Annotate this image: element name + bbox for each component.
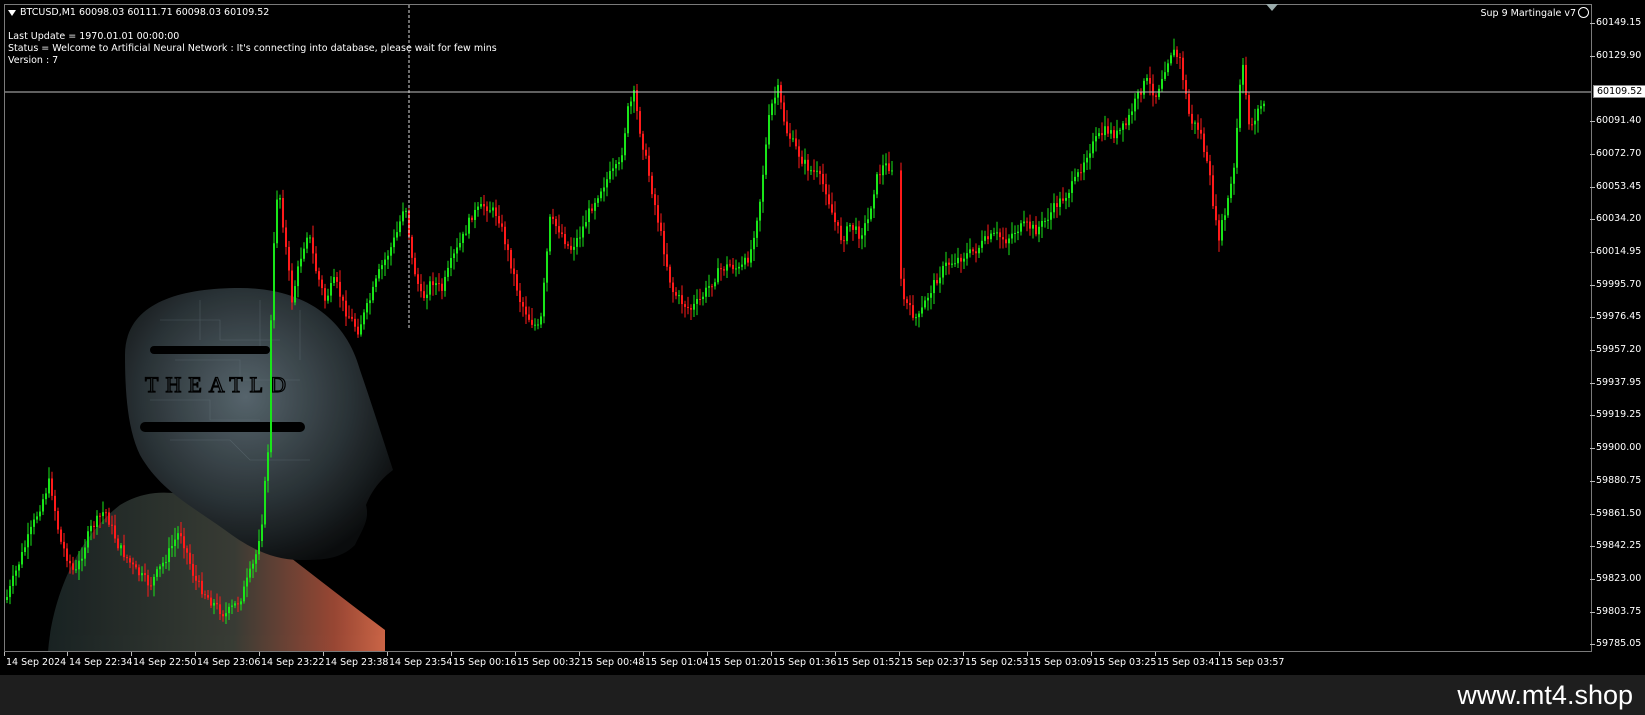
time-axis-tick — [1155, 652, 1156, 656]
price-axis-label: 60053.45 — [1596, 180, 1642, 192]
price-axis-tick — [1590, 251, 1595, 253]
chart-shift-marker[interactable] — [1266, 4, 1278, 11]
price-axis-label: 59880.75 — [1596, 474, 1642, 486]
price-axis-tick — [1590, 480, 1595, 482]
price-axis-tick — [1590, 350, 1595, 351]
time-axis-label: 15 Sep 01:04 — [645, 657, 709, 668]
price-axis-tick — [1590, 219, 1595, 221]
time-axis-tick — [707, 652, 708, 656]
price-axis-label: 59937.95 — [1596, 376, 1642, 388]
time-axis-label: 15 Sep 03:09 — [1029, 657, 1093, 668]
dropdown-triangle-icon[interactable] — [8, 9, 16, 16]
price-axis-tick — [1590, 513, 1595, 515]
time-axis-label: 15 Sep 03:57 — [1221, 657, 1285, 668]
price-axis-tick — [1590, 448, 1595, 450]
time-axis-label: 14 Sep 22:50 — [133, 657, 197, 668]
price-axis-label: 59842.25 — [1596, 540, 1642, 552]
price-axis-label: 59976.45 — [1596, 311, 1642, 323]
time-axis-label: 14 Sep 23:06 — [197, 657, 261, 668]
price-axis-tick — [1590, 153, 1595, 155]
time-axis-label: 15 Sep 00:48 — [581, 657, 645, 668]
time-axis-label: 15 Sep 01:52 — [837, 657, 901, 668]
price-axis-tick — [1590, 644, 1595, 646]
time-axis-label: 15 Sep 01:20 — [709, 657, 773, 668]
time-axis-label: 15 Sep 02:53 — [965, 657, 1029, 668]
price-axis-label: 60129.90 — [1596, 49, 1642, 61]
time-axis-label: 14 Sep 23:54 — [389, 657, 453, 668]
symbol-ohlc-text: BTCUSD,M1 60098.03 60111.71 60098.03 601… — [20, 7, 270, 18]
price-axis-label: 60034.20 — [1596, 213, 1642, 225]
price-axis-label: 59861.50 — [1596, 507, 1642, 519]
time-axis-tick — [259, 652, 260, 656]
price-axis-tick — [1590, 121, 1595, 123]
time-axis-tick — [579, 652, 580, 656]
status-text: Status = Welcome to Artificial Neural Ne… — [8, 43, 497, 54]
time-axis-tick — [1027, 652, 1028, 656]
time-axis-label: 15 Sep 01:36 — [773, 657, 837, 668]
smiley-face-icon — [1578, 7, 1589, 18]
time-axis-label: 14 Sep 23:22 — [261, 657, 325, 668]
time-axis-tick — [323, 652, 324, 656]
chart-frame — [4, 4, 1592, 652]
price-axis-tick — [1590, 546, 1595, 548]
time-axis-tick — [1219, 652, 1220, 656]
last-update-text: Last Update = 1970.01.01 00:00:00 — [8, 31, 180, 42]
price-axis-tick — [1590, 611, 1595, 613]
price-axis-tick — [1590, 284, 1595, 286]
time-axis-tick — [195, 652, 196, 656]
current-price-label: 60109.52 — [1593, 85, 1645, 98]
price-axis-tick — [1590, 23, 1595, 24]
time-axis-tick — [835, 652, 836, 656]
price-axis-tick — [1590, 382, 1595, 384]
time-axis-label: 15 Sep 02:37 — [901, 657, 965, 668]
price-axis-label: 60072.70 — [1596, 147, 1642, 159]
time-axis-label: 15 Sep 00:16 — [453, 657, 517, 668]
price-axis-tick — [1590, 578, 1595, 580]
time-axis-label: 15 Sep 03:25 — [1093, 657, 1157, 668]
price-axis-label: 60149.15 — [1596, 17, 1642, 28]
time-axis-label: 15 Sep 03:41 — [1157, 657, 1221, 668]
time-axis-tick — [387, 652, 388, 656]
time-axis-tick — [4, 652, 5, 656]
price-axis-label: 59900.00 — [1596, 442, 1642, 454]
price-axis-label: 59823.00 — [1596, 572, 1642, 584]
ea-name-text: Sup 9 Martingale v7 — [1480, 8, 1577, 19]
watermark-text: www.mt4.shop — [1457, 680, 1633, 710]
time-axis-tick — [515, 652, 516, 656]
time-axis-label: 14 Sep 23:38 — [325, 657, 389, 668]
price-axis-label: 60014.95 — [1596, 245, 1642, 257]
price-axis-tick — [1590, 317, 1595, 319]
time-axis-tick — [963, 652, 964, 656]
price-axis-label: 59803.75 — [1596, 605, 1642, 617]
version-text: Version : 7 — [8, 55, 59, 66]
price-axis-tick — [1590, 186, 1595, 188]
symbol-header[interactable]: BTCUSD,M1 60098.03 60111.71 60098.03 601… — [8, 7, 269, 19]
ea-info-block: Last Update = 1970.01.01 00:00:00 Status… — [8, 31, 497, 67]
price-axis-label: 59919.25 — [1596, 409, 1642, 421]
time-axis-tick — [643, 652, 644, 656]
time-axis-tick — [771, 652, 772, 656]
time-axis-tick — [1091, 652, 1092, 656]
time-axis-tick — [451, 652, 452, 656]
price-axis-label: 59785.05 — [1596, 638, 1642, 650]
time-axis-label: 15 Sep 00:32 — [517, 657, 581, 668]
expert-advisor-label[interactable]: Sup 9 Martingale v7 — [1480, 7, 1589, 20]
price-axis-label: 59957.20 — [1596, 344, 1642, 355]
price-axis-tick — [1590, 55, 1595, 57]
time-axis-tick — [899, 652, 900, 656]
price-axis-label: 60091.40 — [1596, 115, 1642, 127]
time-axis-label: 14 Sep 22:34 — [69, 657, 133, 668]
terminal-window: THEATLD BTCUSD,M1 60098.03 60111.71 6009… — [0, 0, 1645, 675]
price-axis-tick — [1590, 415, 1595, 417]
time-axis-label: 14 Sep 2024 — [6, 657, 67, 668]
time-axis-tick — [67, 652, 68, 656]
price-axis-label: 59995.70 — [1596, 278, 1642, 290]
time-axis-tick — [131, 652, 132, 656]
